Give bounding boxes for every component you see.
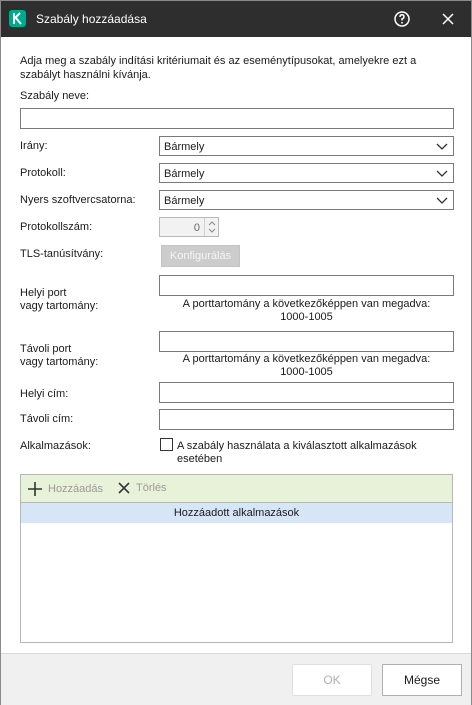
local-address-label: Helyi cím: <box>20 388 69 400</box>
local-port-label-line2: vagy tartomány: <box>20 300 99 312</box>
local-port-input[interactable] <box>159 275 454 296</box>
intro-text: Adja meg a szabály indítási kritériumait… <box>20 55 417 81</box>
delete-x-icon <box>118 482 130 494</box>
applications-label: Alkalmazások: <box>20 440 91 452</box>
chevron-down-icon <box>436 143 448 150</box>
use-for-selected-apps-label[interactable]: A szabály használata a kiválasztott alka… <box>177 440 452 466</box>
delete-button[interactable]: Törlés <box>117 481 167 495</box>
ok-button[interactable]: OK <box>292 664 372 696</box>
rule-name-label: Szabály neve: <box>20 90 90 102</box>
cancel-button[interactable]: Mégse <box>382 664 462 696</box>
raw-socket-label: Nyers szoftvercsatorna: <box>20 194 136 206</box>
add-button[interactable]: Hozzáadás <box>27 481 103 497</box>
help-icon[interactable] <box>393 10 411 28</box>
raw-socket-select[interactable]: Bármely <box>159 190 454 210</box>
dialog-window: Szabály hozzáadása Adja meg a szabály in… <box>0 0 472 705</box>
remote-port-label-line2: vagy tartomány: <box>20 356 99 368</box>
list-column-header[interactable]: Hozzáadott alkalmazások <box>21 503 452 523</box>
kaspersky-logo-icon <box>9 10 26 27</box>
chevron-down-icon <box>436 170 448 177</box>
plus-icon <box>28 482 42 496</box>
direction-label: Irány: <box>20 140 48 152</box>
protocol-number-value: 0 <box>193 222 200 234</box>
chevron-down-icon <box>436 197 448 204</box>
configure-button[interactable]: Konfigurálás <box>161 245 240 267</box>
add-button-label: Hozzáadás <box>48 483 104 495</box>
protocol-number-stepper[interactable]: 0 <box>159 217 219 237</box>
local-address-input[interactable] <box>159 382 454 403</box>
remote-port-label-line1: Távoli port <box>20 343 72 355</box>
delete-button-label: Törlés <box>136 482 167 494</box>
remote-address-label: Távoli cím: <box>20 413 74 425</box>
protocol-number-label: Protokollszám: <box>20 221 93 233</box>
dialog-footer: OK Mégse <box>1 653 471 705</box>
remote-port-hint-line1: A porttartomány a következőképpen van me… <box>182 353 431 365</box>
applications-toolbar: Hozzáadás Törlés <box>20 474 453 502</box>
protocol-value: Bármely <box>164 168 205 180</box>
remote-port-input[interactable] <box>159 331 454 352</box>
local-port-label-line1: Helyi port <box>20 287 67 299</box>
protocol-label: Protokoll: <box>20 167 66 179</box>
close-icon[interactable] <box>439 10 457 28</box>
direction-select[interactable]: Bármely <box>159 136 454 156</box>
tls-label: TLS-tanúsítvány: <box>20 248 104 260</box>
local-port-hint-line2: 1000-1005 <box>280 311 333 323</box>
window-title: Szabály hozzáadása <box>36 12 147 26</box>
rule-name-input[interactable] <box>20 108 454 129</box>
direction-value: Bármely <box>164 141 205 153</box>
remote-port-hint-line2: 1000-1005 <box>280 366 333 378</box>
title-bar: Szabály hozzáadása <box>1 1 471 37</box>
use-for-selected-apps-checkbox[interactable] <box>160 438 173 451</box>
raw-socket-value: Bármely <box>164 195 205 207</box>
stepper-arrows[interactable] <box>204 218 218 236</box>
remote-address-input[interactable] <box>159 409 454 430</box>
local-port-hint-line1: A porttartomány a következőképpen van me… <box>182 298 431 310</box>
applications-list[interactable]: Hozzáadott alkalmazások <box>20 502 453 643</box>
protocol-select[interactable]: Bármely <box>159 163 454 183</box>
